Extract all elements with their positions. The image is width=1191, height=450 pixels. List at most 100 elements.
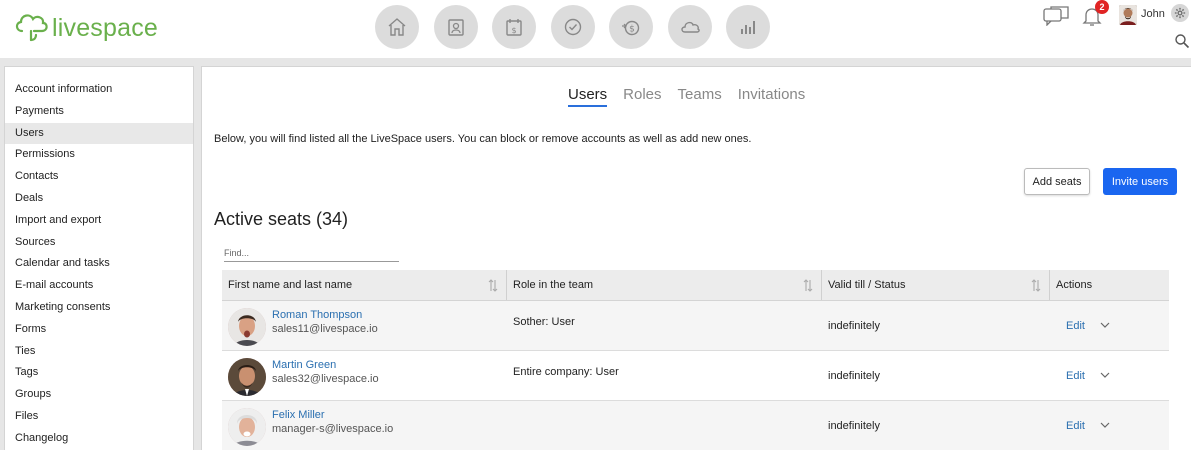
edit-link[interactable]: Edit bbox=[1066, 420, 1085, 432]
nav-deals[interactable]: $ bbox=[609, 5, 653, 49]
column-header-label: First name and last name bbox=[228, 279, 353, 291]
livespace-logo[interactable]: livespace bbox=[12, 8, 158, 43]
sidebar-item-calendar-tasks[interactable]: Calendar and tasks bbox=[5, 253, 193, 275]
role-text: Entire company: User bbox=[513, 366, 619, 378]
column-header-valid[interactable]: Valid till / Status bbox=[822, 270, 1050, 300]
column-header-name[interactable]: First name and last name bbox=[222, 270, 507, 300]
cell-valid: indefinitely bbox=[822, 301, 1050, 350]
tab-users[interactable]: Users bbox=[568, 86, 608, 107]
sidebar-item-permissions[interactable]: Permissions bbox=[5, 144, 193, 166]
edit-link[interactable]: Edit bbox=[1066, 370, 1085, 382]
sidebar-item-ties[interactable]: Ties bbox=[5, 341, 193, 363]
sort-icon[interactable] bbox=[1031, 279, 1041, 292]
calendar-icon: $ bbox=[506, 19, 522, 36]
cell-user: Martin Green sales32@livespace.io bbox=[222, 351, 507, 400]
tab-roles[interactable]: Roles bbox=[623, 86, 661, 107]
user-email: sales11@livespace.io bbox=[272, 323, 378, 335]
avatar bbox=[228, 408, 266, 446]
invite-users-button[interactable]: Invite users bbox=[1103, 168, 1177, 195]
user-name-link[interactable]: Felix Miller bbox=[272, 409, 325, 421]
sort-icon[interactable] bbox=[803, 279, 813, 292]
username[interactable]: John bbox=[1141, 8, 1165, 20]
cell-role bbox=[507, 401, 822, 450]
active-seats-title: Active seats (34) bbox=[214, 209, 349, 229]
settings-sidebar: Account information Payments Users Permi… bbox=[4, 66, 194, 450]
avatar bbox=[228, 308, 266, 346]
reports-icon bbox=[741, 21, 755, 34]
sidebar-item-payments[interactable]: Payments bbox=[5, 101, 193, 123]
deals-icon: $ bbox=[622, 20, 640, 36]
sidebar-item-deals[interactable]: Deals bbox=[5, 188, 193, 210]
home-icon bbox=[388, 18, 406, 36]
table-header: First name and last name Role in the tea… bbox=[222, 270, 1169, 301]
table-row: Roman Thompson sales11@livespace.io Soth… bbox=[222, 301, 1169, 351]
cell-valid: indefinitely bbox=[822, 401, 1050, 450]
cell-valid: indefinitely bbox=[822, 351, 1050, 400]
valid-text: indefinitely bbox=[828, 320, 880, 332]
edit-link[interactable]: Edit bbox=[1066, 320, 1085, 332]
sidebar-item-account-information[interactable]: Account information bbox=[5, 79, 193, 101]
chat-icon[interactable] bbox=[1043, 6, 1069, 26]
column-header-role[interactable]: Role in the team bbox=[507, 270, 822, 300]
find-input[interactable] bbox=[224, 244, 399, 262]
cell-role: Sother: User bbox=[507, 301, 822, 350]
user-photo-icon bbox=[228, 358, 266, 396]
user-name-link[interactable]: Roman Thompson bbox=[272, 309, 362, 321]
cloud-logo-icon bbox=[15, 13, 48, 41]
logo-text: livespace bbox=[52, 14, 159, 42]
nav-reports[interactable] bbox=[726, 5, 770, 49]
sidebar-item-marketing-consents[interactable]: Marketing consents bbox=[5, 297, 193, 319]
cloud-icon bbox=[680, 21, 700, 33]
sidebar-item-groups[interactable]: Groups bbox=[5, 384, 193, 406]
nav-tasks[interactable] bbox=[550, 5, 595, 49]
main-nav: $ $ bbox=[375, 5, 785, 49]
valid-text: indefinitely bbox=[828, 370, 880, 382]
sort-icon[interactable] bbox=[488, 279, 498, 292]
tab-teams[interactable]: Teams bbox=[678, 86, 722, 107]
avatar bbox=[228, 358, 266, 396]
column-header-actions: Actions bbox=[1050, 270, 1169, 300]
user-name-link[interactable]: Martin Green bbox=[272, 359, 336, 371]
top-bar: livespace $ $ 2 John bbox=[0, 0, 1191, 58]
valid-text: indefinitely bbox=[828, 420, 880, 432]
main-content: Users Roles Teams Invitations Below, you… bbox=[201, 66, 1191, 450]
cell-user: Roman Thompson sales11@livespace.io bbox=[222, 301, 507, 350]
notification-badge: 2 bbox=[1095, 0, 1109, 14]
nav-cloud[interactable] bbox=[667, 5, 712, 49]
column-header-label: Role in the team bbox=[513, 279, 594, 291]
user-photo-icon bbox=[228, 308, 266, 346]
sidebar-item-contacts[interactable]: Contacts bbox=[5, 166, 193, 188]
cell-user: Felix Miller manager-s@livespace.io bbox=[222, 401, 507, 450]
nav-calendar[interactable]: $ bbox=[492, 5, 536, 49]
sidebar-item-files[interactable]: Files bbox=[5, 406, 193, 428]
column-header-label: Valid till / Status bbox=[828, 279, 906, 291]
gear-icon bbox=[1174, 7, 1186, 19]
cell-actions: Edit bbox=[1050, 301, 1169, 350]
sidebar-item-tags[interactable]: Tags bbox=[5, 362, 193, 384]
svg-text:$: $ bbox=[629, 25, 635, 35]
user-avatar[interactable] bbox=[1119, 5, 1137, 25]
cell-actions: Edit bbox=[1050, 351, 1169, 400]
user-email: manager-s@livespace.io bbox=[272, 423, 394, 435]
column-header-label: Actions bbox=[1056, 279, 1093, 291]
chevron-down-icon[interactable] bbox=[1100, 422, 1110, 429]
search-icon[interactable] bbox=[1174, 33, 1190, 49]
tab-invitations[interactable]: Invitations bbox=[738, 86, 806, 107]
top-right-tools: 2 John + bbox=[1031, 0, 1191, 58]
add-seats-button[interactable]: Add seats bbox=[1024, 168, 1090, 195]
contacts-icon bbox=[447, 19, 464, 36]
nav-home[interactable] bbox=[375, 5, 419, 49]
nav-contacts[interactable] bbox=[433, 5, 478, 49]
settings-button[interactable] bbox=[1171, 4, 1189, 22]
sidebar-item-import-export[interactable]: Import and export bbox=[5, 210, 193, 232]
sidebar-item-users[interactable]: Users bbox=[5, 122, 193, 145]
sidebar-item-forms[interactable]: Forms bbox=[5, 319, 193, 341]
users-table: First name and last name Role in the tea… bbox=[222, 270, 1169, 450]
sidebar-item-sources[interactable]: Sources bbox=[5, 232, 193, 254]
page-description: Below, you will find listed all the Live… bbox=[214, 133, 752, 145]
chevron-down-icon[interactable] bbox=[1100, 372, 1110, 379]
chevron-down-icon[interactable] bbox=[1100, 322, 1110, 329]
sidebar-item-changelog[interactable]: Changelog bbox=[5, 428, 193, 450]
user-avatar-image-icon bbox=[1119, 5, 1137, 25]
sidebar-item-email-accounts[interactable]: E-mail accounts bbox=[5, 275, 193, 297]
